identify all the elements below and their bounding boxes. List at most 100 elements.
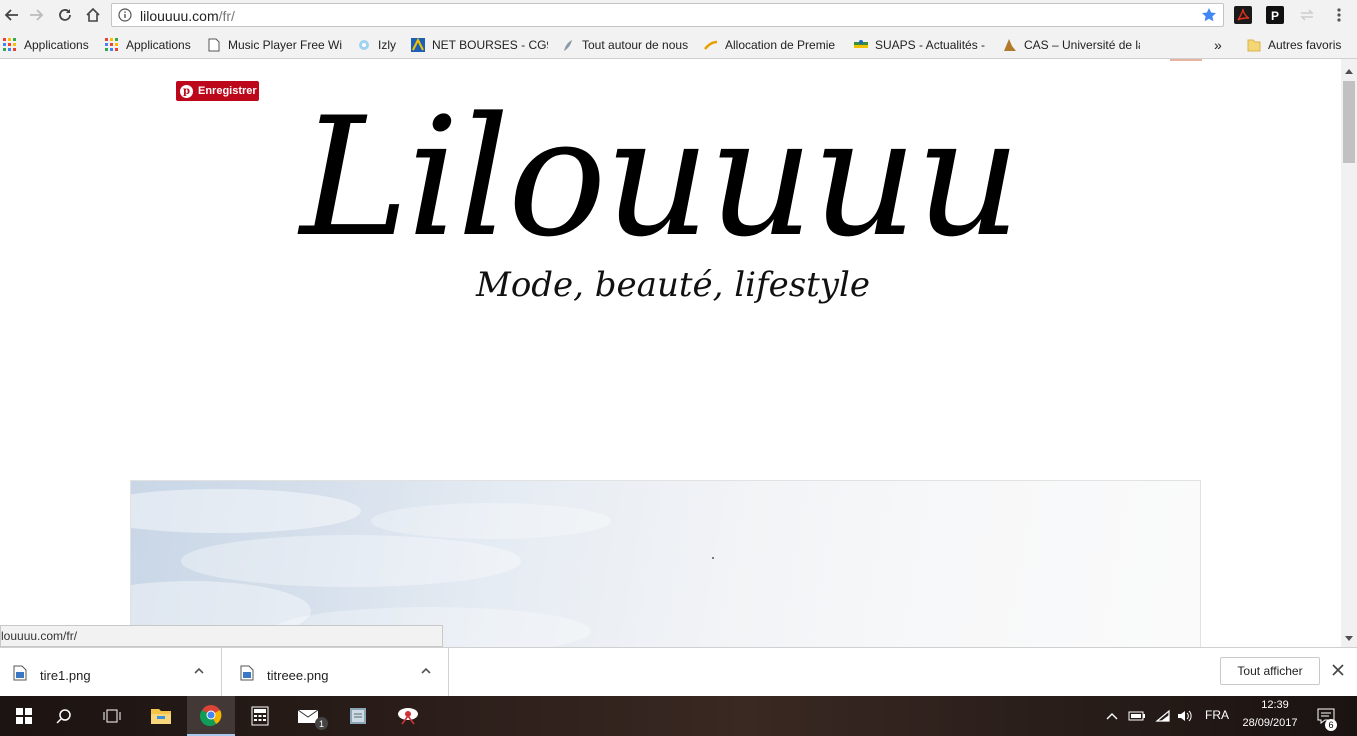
bookmark-label: Izly <box>378 38 396 52</box>
bookmark-label: Applications <box>126 38 191 52</box>
taskbar-mail[interactable]: 1 <box>285 696 333 736</box>
download-filename: titreee.png <box>267 668 329 683</box>
site-logo-title[interactable]: Lilouuuu <box>300 73 1021 283</box>
bookmarks-overflow-button[interactable]: » <box>1214 37 1228 53</box>
tray-overflow-chevron-icon[interactable] <box>1105 708 1119 724</box>
wifi-icon[interactable] <box>1154 708 1172 724</box>
pinterest-save-button[interactable]: p Enregistrer <box>176 81 259 101</box>
address-bar[interactable]: lilouuuu.com/fr/ <box>111 3 1224 27</box>
home-button[interactable] <box>81 4 105 26</box>
suaps-icon <box>853 37 869 53</box>
download-filename: tire1.png <box>40 668 91 683</box>
chrome-menu-icon[interactable] <box>1330 6 1348 24</box>
url-host: lilouuuu.com <box>140 8 219 24</box>
back-button[interactable] <box>0 4 24 26</box>
chevron-up-icon[interactable] <box>193 665 205 680</box>
page-scrollbar[interactable] <box>1341 59 1357 647</box>
p-extension-icon[interactable]: P <box>1266 6 1284 24</box>
scissors-icon <box>398 708 418 725</box>
scroll-up-arrow-icon[interactable] <box>1341 63 1357 79</box>
bookmark-label: Tout autour de nous <box>582 38 689 52</box>
address-url: lilouuuu.com/fr/ <box>140 8 235 24</box>
home-icon <box>86 7 100 22</box>
bookmark-allocation[interactable]: Allocation de Premie <box>703 37 839 53</box>
bookmark-label: Music Player Free Wi <box>228 38 342 52</box>
site-logo-subtitle: Mode, beauté, lifestyle <box>476 265 871 305</box>
search-icon <box>56 709 71 724</box>
download-item[interactable]: titreee.png <box>222 648 449 696</box>
bookmark-label: Allocation de Premie <box>725 38 836 52</box>
taskbar-chrome[interactable] <box>187 696 235 736</box>
chrome-icon <box>200 705 222 726</box>
sync-extension-icon[interactable] <box>1298 6 1316 24</box>
windows-taskbar: 1 FRA 12:39 28/09/2017 <box>0 696 1357 736</box>
image-file-icon <box>240 665 254 684</box>
status-bubble: louuuu.com/fr/ <box>0 625 443 647</box>
header-decoration <box>1170 59 1202 61</box>
other-bookmarks-folder[interactable]: Autres favoris <box>1246 37 1346 53</box>
net-bourses-icon <box>410 37 426 53</box>
tout-autour-icon <box>560 37 576 53</box>
scrollbar-thumb[interactable] <box>1343 81 1355 163</box>
bookmark-label: CAS – Université de la <box>1024 38 1140 52</box>
site-info-icon[interactable] <box>118 8 132 25</box>
folder-icon <box>1246 37 1262 53</box>
forward-arrow-icon <box>30 9 44 21</box>
clock-time[interactable]: 12:39 <box>1255 699 1295 711</box>
notes-app-icon <box>350 708 366 724</box>
apps-grid-icon <box>2 37 18 53</box>
bookmark-label: Applications <box>24 38 89 52</box>
taskbar-calculator[interactable] <box>236 696 284 736</box>
overflow-chevron-icon: » <box>1214 37 1222 53</box>
image-file-icon <box>13 665 27 684</box>
chevron-up-icon[interactable] <box>420 665 432 680</box>
bookmark-applications-2[interactable]: Applications <box>104 37 200 53</box>
bookmark-net-bourses[interactable]: NET BOURSES - CG97 <box>410 37 548 53</box>
taskbar-file-explorer[interactable] <box>137 696 185 736</box>
bookmark-tout-autour[interactable]: Tout autour de nous <box>560 37 694 53</box>
reload-button[interactable] <box>53 4 77 26</box>
bookmark-applications-1[interactable]: Applications <box>2 37 96 53</box>
volume-icon[interactable] <box>1176 708 1194 724</box>
pinterest-logo-icon: p <box>180 84 193 98</box>
forward-button[interactable] <box>24 4 48 26</box>
task-view-icon <box>103 709 121 723</box>
taskbar-notes[interactable] <box>334 696 382 736</box>
taskbar-snipping-tool[interactable] <box>384 696 432 736</box>
bookmark-star-icon[interactable] <box>1201 7 1217 26</box>
reload-icon <box>59 9 71 21</box>
task-view-button[interactable] <box>88 696 136 736</box>
bookmark-suaps[interactable]: SUAPS - Actualités - <box>853 37 989 53</box>
page-icon <box>206 37 222 53</box>
notification-count-badge: 6 <box>1325 719 1337 731</box>
bookmark-label: Autres favoris <box>1268 38 1342 52</box>
page-viewport: p Enregistrer Lilouuuu Mode, beauté, lif… <box>0 59 1341 647</box>
battery-icon[interactable] <box>1128 708 1146 724</box>
download-item[interactable]: tire1.png <box>0 648 222 696</box>
acrobat-extension-icon[interactable] <box>1234 6 1252 24</box>
bookmark-label: NET BOURSES - CG97 <box>432 38 548 52</box>
show-all-downloads-button[interactable]: Tout afficher <box>1220 657 1320 685</box>
hero-image[interactable] <box>130 480 1201 647</box>
download-shelf: tire1.png titreee.png Tout afficher <box>0 647 1357 696</box>
folder-icon <box>151 709 171 724</box>
search-button[interactable] <box>40 696 88 736</box>
apps-grid-icon <box>104 37 120 53</box>
bookmark-label: SUAPS - Actualités - <box>875 38 986 52</box>
clock-date[interactable]: 28/09/2017 <box>1240 717 1300 729</box>
calculator-icon <box>251 706 269 726</box>
browser-toolbar: lilouuuu.com/fr/ P <box>0 0 1357 31</box>
windows-logo-icon <box>16 708 32 724</box>
back-arrow-icon <box>4 9 18 21</box>
bookmark-cas[interactable]: CAS – Université de la <box>1002 37 1140 53</box>
caf-icon <box>703 37 719 53</box>
cas-icon <box>1002 37 1018 53</box>
url-path: /fr/ <box>218 8 235 24</box>
bookmarks-bar: Applications Applications Music Player F… <box>0 31 1357 59</box>
close-icon[interactable] <box>1330 662 1346 678</box>
pinterest-save-label: Enregistrer <box>198 85 257 97</box>
language-indicator[interactable]: FRA <box>1205 708 1229 722</box>
scroll-down-arrow-icon[interactable] <box>1341 631 1357 647</box>
bookmark-izly[interactable]: Izly <box>356 37 400 53</box>
bookmark-music-player[interactable]: Music Player Free Wi <box>206 37 342 53</box>
